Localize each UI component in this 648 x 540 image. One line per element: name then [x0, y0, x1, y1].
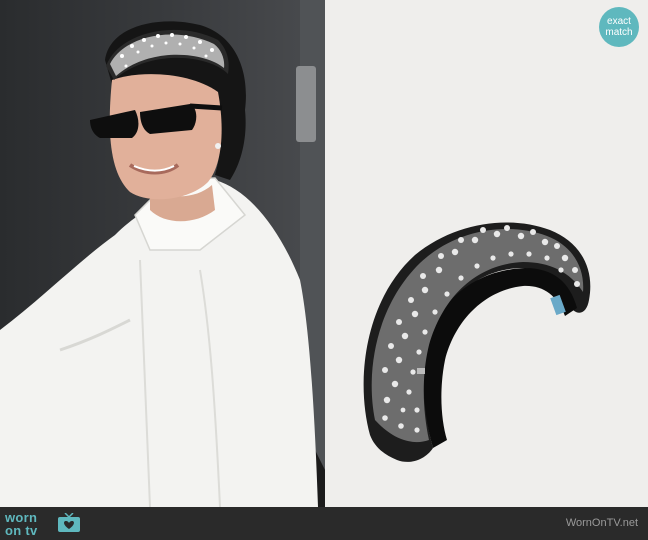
badge-line-2: match — [605, 27, 633, 38]
tv-heart-icon — [58, 513, 80, 532]
exact-match-badge: exact match — [599, 7, 639, 47]
wornontv-logo[interactable]: worn on tv — [5, 510, 90, 538]
footer-bar: worn on tv WornOnTV.net — [0, 507, 648, 540]
badge-line-1: exact — [607, 16, 631, 27]
screen: exact match worn on tv WornOnTV.net — [0, 0, 648, 540]
outfit-photo — [0, 0, 325, 507]
logo-word-bottom: on tv — [5, 523, 38, 538]
headband-product-image — [363, 222, 591, 462]
product-panel — [325, 0, 648, 507]
outfit-photo-illustration — [0, 0, 325, 507]
site-name: WornOnTV.net — [565, 517, 638, 529]
